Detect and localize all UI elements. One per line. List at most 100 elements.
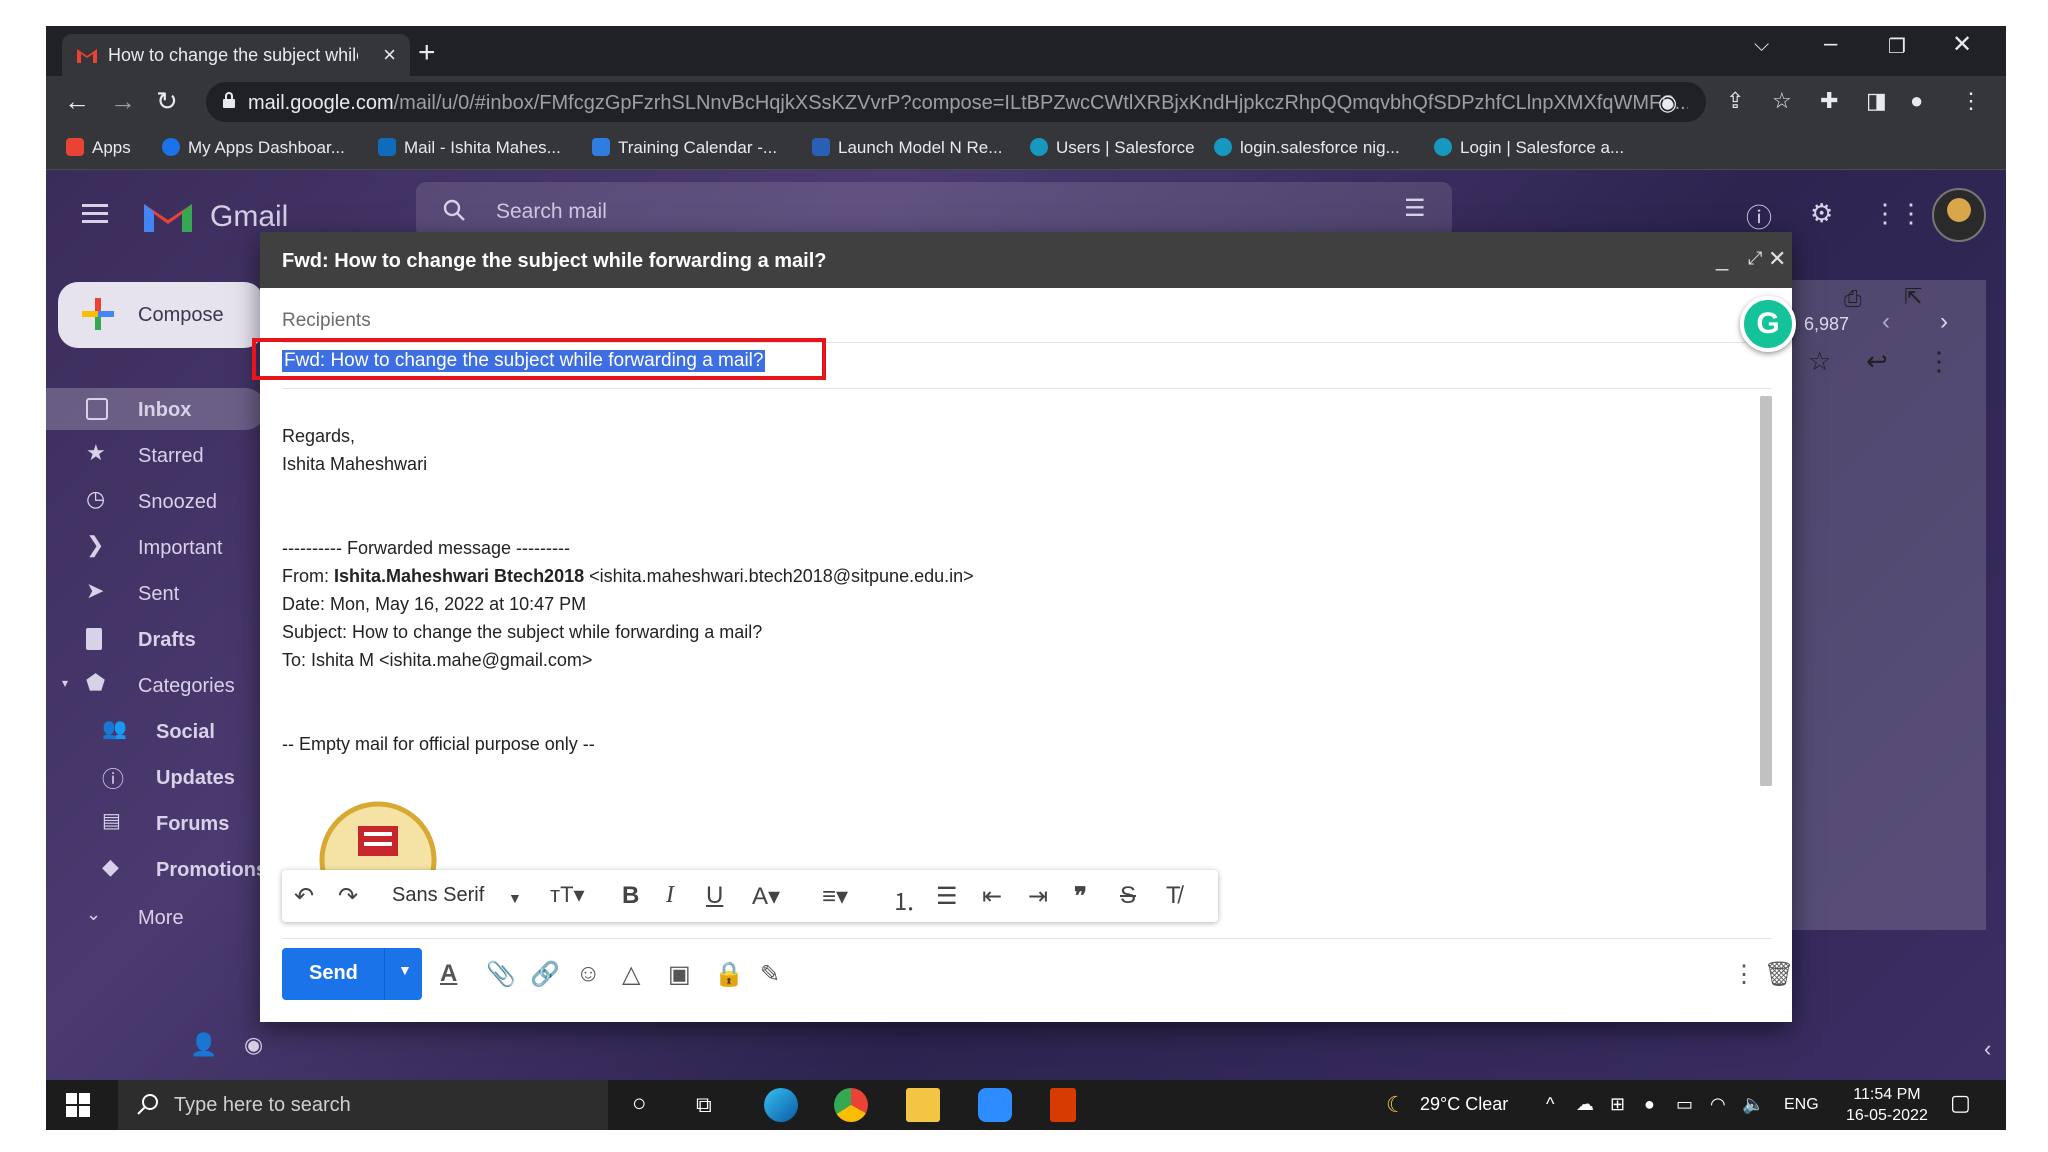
- help-icon[interactable]: ⓘ: [1746, 198, 1772, 235]
- sidebar-item-snoozed[interactable]: ◷ Snoozed: [46, 480, 266, 522]
- star-icon[interactable]: ☆: [1808, 346, 1831, 377]
- formatting-options-icon[interactable]: A: [440, 960, 457, 988]
- undo-icon[interactable]: ↶: [294, 882, 314, 911]
- bookmark-login-salesforce-a[interactable]: Login | Salesforce a...: [1434, 138, 1624, 158]
- location-icon[interactable]: ◉: [244, 1032, 263, 1058]
- back-icon[interactable]: ←: [64, 86, 90, 117]
- emoji-icon[interactable]: ☺: [576, 960, 601, 988]
- quote-icon[interactable]: ❞: [1074, 882, 1087, 911]
- task-view-icon[interactable]: ⧉: [696, 1092, 712, 1118]
- italic-icon[interactable]: I: [666, 882, 674, 909]
- sidebar-item-categories[interactable]: ▾ ⬟ Categories: [46, 664, 266, 706]
- insert-link-icon[interactable]: 🔗: [530, 960, 560, 989]
- taskbar-search[interactable]: Type here to search: [118, 1080, 608, 1130]
- eye-icon[interactable]: ◉: [1658, 90, 1677, 116]
- search-options-icon[interactable]: ☰: [1404, 194, 1426, 223]
- sidebar-item-inbox[interactable]: Inbox: [46, 388, 266, 430]
- sidebar-item-starred[interactable]: ★ Starred: [46, 434, 266, 476]
- sidebar-item-updates[interactable]: ⓘ Updates: [46, 756, 266, 798]
- scrollbar[interactable]: [1760, 396, 1772, 786]
- font-caret-icon[interactable]: ▼: [508, 890, 522, 906]
- more-options-icon[interactable]: ⋮: [1732, 960, 1756, 989]
- show-hidden-icons[interactable]: ^: [1546, 1094, 1554, 1115]
- reload-icon[interactable]: ↻: [156, 86, 178, 117]
- profile-icon[interactable]: ●: [1910, 88, 1923, 114]
- bulleted-list-icon[interactable]: ☰: [936, 882, 958, 911]
- close-tab-icon[interactable]: ×: [383, 42, 396, 68]
- window-close-icon[interactable]: ✕: [1952, 30, 1972, 59]
- print-icon[interactable]: ⎙: [1844, 286, 1862, 312]
- font-select[interactable]: Sans Serif: [392, 884, 484, 907]
- tab-search-icon[interactable]: ⌵: [1754, 34, 1769, 57]
- sidebar-item-sent[interactable]: ➤ Sent: [46, 572, 266, 614]
- underline-icon[interactable]: U: [706, 882, 723, 910]
- sidebar-item-forums[interactable]: ▤ Forums: [46, 802, 266, 844]
- restore-icon[interactable]: ❐: [1888, 34, 1906, 59]
- search-icon[interactable]: [442, 198, 466, 222]
- security-icon[interactable]: ⊞: [1610, 1094, 1625, 1115]
- system-clock[interactable]: 11:54 PM 16-05-2022: [1846, 1084, 1928, 1126]
- reply-icon[interactable]: ↩: [1866, 346, 1888, 377]
- schedule-send-caret-icon[interactable]: ▼: [398, 962, 412, 978]
- wifi-icon[interactable]: ◠: [1710, 1094, 1726, 1115]
- sidebar-item-important[interactable]: ❯ Important: [46, 526, 266, 568]
- windows-start-icon[interactable]: [66, 1093, 90, 1117]
- bookmark-training[interactable]: Training Calendar -...: [592, 138, 777, 158]
- extensions-icon[interactable]: ✚: [1820, 88, 1838, 114]
- bold-icon[interactable]: B: [622, 882, 639, 910]
- chrome-icon[interactable]: [834, 1088, 868, 1122]
- edge-icon[interactable]: [764, 1088, 798, 1122]
- redo-icon[interactable]: ↷: [338, 882, 358, 911]
- indent-less-icon[interactable]: ⇤: [982, 882, 1002, 911]
- bookmark-my-apps[interactable]: My Apps Dashboar...: [162, 138, 345, 158]
- share-icon[interactable]: ⇪: [1726, 88, 1744, 114]
- minimize-icon[interactable]: –: [1824, 30, 1837, 58]
- contacts-icon[interactable]: 👤: [190, 1032, 217, 1058]
- weather-moon-icon[interactable]: ☾: [1386, 1092, 1406, 1118]
- browser-tab[interactable]: How to change the subject while forwardi…: [62, 34, 410, 76]
- text-color-icon[interactable]: A▾: [752, 882, 780, 911]
- bookmark-apps[interactable]: Apps: [66, 138, 131, 158]
- indent-more-icon[interactable]: ⇥: [1028, 882, 1048, 911]
- discard-draft-icon[interactable]: 🗑: [1764, 960, 1794, 989]
- collapse-arrow-icon[interactable]: ▾: [62, 676, 68, 690]
- send-button[interactable]: Send ▼: [282, 948, 422, 1000]
- weather-text[interactable]: 29°C Clear: [1420, 1094, 1508, 1115]
- compose-header[interactable]: Fwd: How to change the subject while for…: [260, 232, 1792, 288]
- strikethrough-icon[interactable]: S: [1120, 882, 1136, 910]
- sidebar-item-promotions[interactable]: ◆ Promotions: [46, 848, 267, 890]
- taskbar-search-input[interactable]: Type here to search: [174, 1094, 351, 1117]
- url-text[interactable]: mail.google.com/mail/u/0/#inbox/FMfcgzGp…: [248, 92, 1688, 115]
- signature-pen-icon[interactable]: ✎: [760, 960, 780, 989]
- apps-grid-icon[interactable]: ⋮⋮: [1872, 198, 1924, 229]
- notifications-icon[interactable]: ▢: [1950, 1090, 1971, 1116]
- confidential-mode-icon[interactable]: 🔒: [714, 960, 744, 989]
- battery-icon[interactable]: ▭: [1676, 1094, 1693, 1115]
- bookmark-star-icon[interactable]: ☆: [1772, 88, 1792, 114]
- recipients-field[interactable]: Recipients: [282, 310, 371, 332]
- google-drive-icon[interactable]: △: [622, 960, 640, 989]
- app-tray-icon[interactable]: ●: [1644, 1094, 1655, 1115]
- main-menu-icon[interactable]: [82, 204, 108, 224]
- gmail-logo-icon[interactable]: [142, 196, 194, 234]
- numbered-list-icon[interactable]: ⒈: [892, 882, 916, 917]
- side-panel-chevron-icon[interactable]: ‹: [1984, 1036, 1991, 1062]
- bookmark-users-salesforce[interactable]: Users | Salesforce: [1030, 138, 1195, 158]
- fullscreen-icon[interactable]: ⤢: [1748, 248, 1762, 269]
- sidebar-item-more[interactable]: ⌄ More: [46, 896, 266, 938]
- bookmark-login-salesforce[interactable]: login.salesforce nig...: [1214, 138, 1400, 158]
- chrome-menu-icon[interactable]: ⋮: [1960, 88, 1982, 114]
- new-tab-button[interactable]: +: [418, 36, 436, 70]
- sidebar-item-drafts[interactable]: Drafts: [46, 618, 266, 660]
- bookmark-launch-model[interactable]: Launch Model N Re...: [812, 138, 1002, 158]
- office-icon[interactable]: [1050, 1088, 1076, 1122]
- open-new-window-icon[interactable]: ⇱: [1904, 284, 1922, 310]
- account-avatar[interactable]: [1932, 188, 1986, 242]
- forward-icon[interactable]: →: [110, 86, 136, 117]
- compose-button[interactable]: Compose: [58, 282, 264, 348]
- address-bar[interactable]: mail.google.com/mail/u/0/#inbox/FMfcgzGp…: [206, 82, 1706, 122]
- attach-file-icon[interactable]: 📎: [486, 960, 516, 989]
- minimize-icon[interactable]: _: [1716, 246, 1728, 272]
- volume-icon[interactable]: 🔈: [1742, 1094, 1764, 1115]
- text-size-icon[interactable]: тT▾: [550, 882, 585, 908]
